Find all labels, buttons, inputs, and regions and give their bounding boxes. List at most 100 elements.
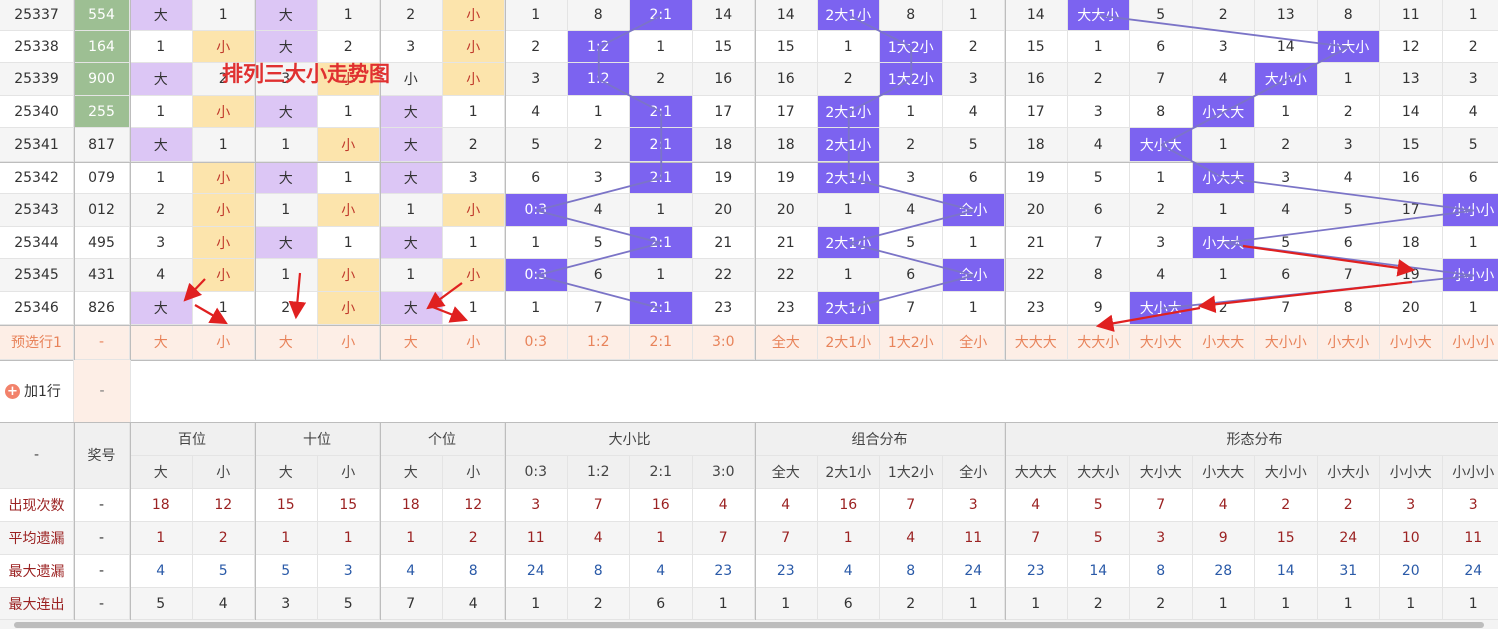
header-column: 全小 [942, 456, 1005, 489]
header-column: 小大大 [1192, 456, 1255, 489]
stat-value: 24 [1442, 555, 1498, 588]
section-divider [755, 422, 756, 629]
stat-value: 7 [567, 489, 630, 522]
miss-count-cell: 20 [755, 194, 818, 227]
miss-count-cell: 5 [1255, 227, 1318, 259]
preselect-option[interactable]: 1大2小 [880, 325, 943, 360]
stat-value: 3 [942, 489, 1005, 522]
hit-cell: 1大2小 [880, 63, 943, 96]
stat-value: 31 [1317, 555, 1380, 588]
miss-count-cell: 1 [505, 0, 568, 31]
preselect-option[interactable]: 大小小 [1255, 325, 1318, 360]
hit-cell: 小 [192, 227, 255, 259]
header-column: 小小小 [1442, 456, 1498, 489]
hit-cell: 小 [317, 128, 380, 162]
preselect-option[interactable]: 大 [380, 325, 443, 360]
hit-cell: 1大2小 [880, 31, 943, 63]
section-divider [130, 0, 131, 360]
stat-value: 3 [505, 489, 568, 522]
miss-count-cell: 1 [317, 0, 380, 31]
draw-number-cell: 164 [74, 31, 130, 63]
preselect-option[interactable]: 大 [255, 325, 318, 360]
stat-value: 8 [442, 555, 505, 588]
stat-value: 23 [755, 555, 818, 588]
miss-count-cell: 1 [255, 259, 318, 292]
preselect-option[interactable]: 小 [317, 325, 380, 360]
hit-cell: 大小小 [1255, 63, 1318, 96]
miss-count-cell: 2 [817, 63, 880, 96]
header-column: 1:2 [567, 456, 630, 489]
stat-value: 24 [505, 555, 568, 588]
miss-count-cell: 5 [505, 128, 568, 162]
miss-count-cell: 2 [255, 292, 318, 325]
hit-cell: 2大1小 [817, 96, 880, 128]
hit-cell: 小大大 [1192, 96, 1255, 128]
stat-value: 16 [630, 489, 693, 522]
stat-dash: - [74, 522, 130, 555]
hit-cell: 2大1小 [817, 227, 880, 259]
preselect-option[interactable]: 小小大 [1380, 325, 1443, 360]
stat-value: 4 [1192, 489, 1255, 522]
stat-label: 最大连出 [0, 588, 74, 620]
preselect-option[interactable]: 2:1 [630, 325, 693, 360]
miss-count-cell: 1 [505, 227, 568, 259]
miss-count-cell: 3 [1192, 31, 1255, 63]
miss-count-cell: 14 [1255, 31, 1318, 63]
period-cell: 25346 [0, 292, 74, 325]
preselect-option[interactable]: 小 [442, 325, 505, 360]
preselect-option[interactable]: 2大1小 [817, 325, 880, 360]
hit-cell: 小 [317, 194, 380, 227]
preselect-option[interactable]: 大大小 [1067, 325, 1130, 360]
miss-count-cell: 20 [692, 194, 755, 227]
preselect-option[interactable]: 0:3 [505, 325, 568, 360]
preselect-option[interactable]: 全大 [755, 325, 818, 360]
miss-count-cell: 4 [1442, 96, 1498, 128]
stat-value: 1 [1442, 588, 1498, 620]
preselect-option[interactable]: 大小大 [1130, 325, 1193, 360]
preselect-option[interactable]: 小大大 [1192, 325, 1255, 360]
period-cell: 25339 [0, 63, 74, 96]
miss-count-cell: 16 [755, 63, 818, 96]
preselect-option[interactable]: 大大大 [1005, 325, 1068, 360]
preselect-option[interactable]: 小 [192, 325, 255, 360]
preselect-option[interactable]: 小大小 [1317, 325, 1380, 360]
miss-count-cell: 1 [192, 292, 255, 325]
header-column: 大 [130, 456, 193, 489]
miss-count-cell: 6 [505, 162, 568, 194]
miss-count-cell: 17 [1005, 96, 1068, 128]
preselect-option[interactable]: 3:0 [692, 325, 755, 360]
hit-cell: 小 [442, 259, 505, 292]
hit-cell: 小 [192, 259, 255, 292]
preselect-option[interactable]: 小小小 [1442, 325, 1498, 360]
miss-count-cell: 21 [1005, 227, 1068, 259]
miss-count-cell: 4 [1255, 194, 1318, 227]
stat-value: 5 [1067, 489, 1130, 522]
add-row-dash: - [74, 360, 131, 422]
stat-value: 2 [442, 522, 505, 555]
stat-value: 4 [880, 522, 943, 555]
miss-count-cell: 16 [1005, 63, 1068, 96]
hit-cell: 小大小 [1317, 31, 1380, 63]
hit-cell: 大 [255, 0, 318, 31]
preselect-option[interactable]: 全小 [942, 325, 1005, 360]
scrollbar-thumb[interactable] [14, 622, 1484, 628]
stat-value: 1 [630, 522, 693, 555]
stat-value: 9 [1192, 522, 1255, 555]
stat-value: 4 [380, 555, 443, 588]
stat-value: 2 [567, 588, 630, 620]
miss-count-cell: 14 [1380, 96, 1443, 128]
miss-count-cell: 1 [380, 259, 443, 292]
miss-count-cell: 5 [1317, 194, 1380, 227]
hit-cell: 大 [380, 128, 443, 162]
stat-value: 6 [630, 588, 693, 620]
stat-value: 4 [442, 588, 505, 620]
stat-value: 14 [1255, 555, 1318, 588]
hit-cell: 2大1小 [817, 128, 880, 162]
hit-cell: 大 [130, 0, 193, 31]
stat-dash: - [74, 489, 130, 522]
preselect-option[interactable]: 1:2 [567, 325, 630, 360]
add-row-button[interactable]: + 加1行 [0, 360, 74, 422]
stat-value: 4 [192, 588, 255, 620]
miss-count-cell: 18 [1380, 227, 1443, 259]
preselect-option[interactable]: 大 [130, 325, 193, 360]
